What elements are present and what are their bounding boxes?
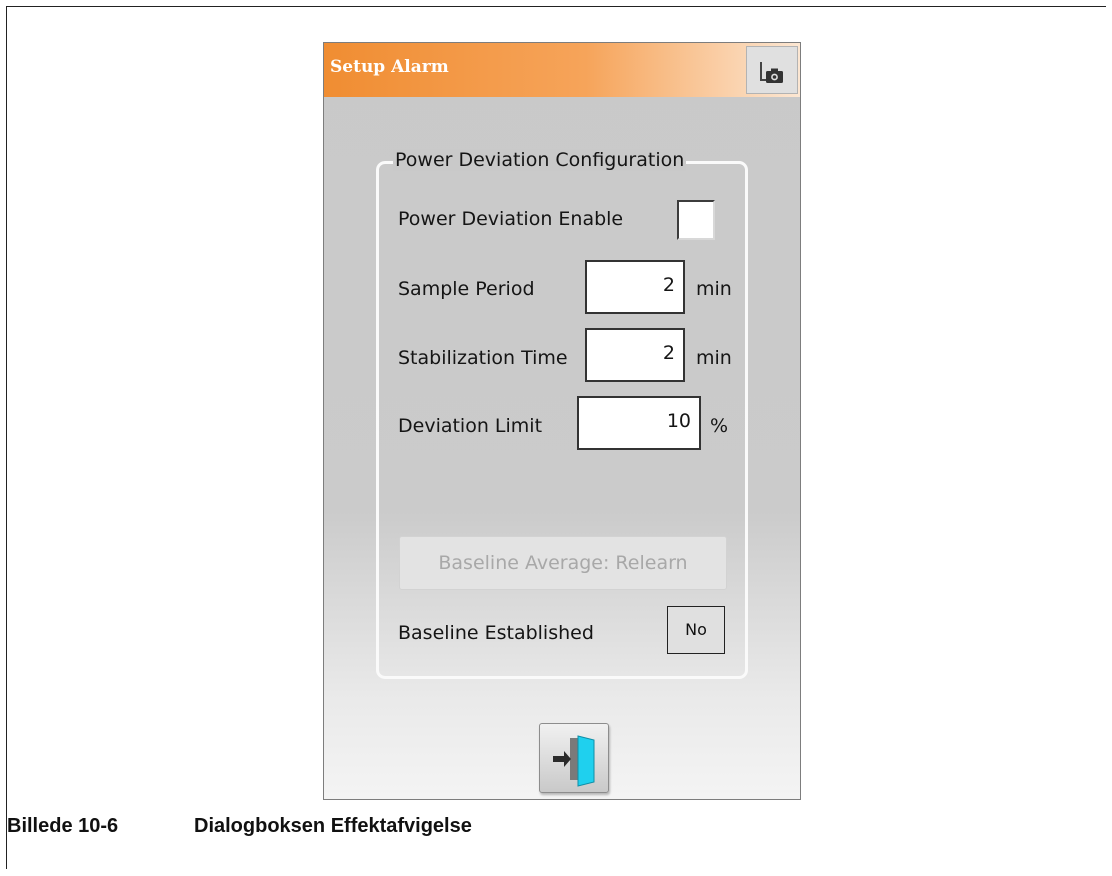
baseline-established-label: Baseline Established (398, 622, 594, 644)
sample-period-label: Sample Period (398, 278, 535, 300)
stabilization-time-unit: min (696, 347, 732, 369)
figure-caption: Dialogboksen Effektafvigelse (194, 815, 472, 837)
screenshot-button[interactable] (746, 46, 798, 94)
stabilization-time-label: Stabilization Time (398, 347, 568, 369)
title-bar: Setup Alarm (324, 43, 800, 97)
exit-door-icon (553, 735, 595, 787)
deviation-limit-input[interactable]: 10 (577, 396, 701, 450)
sample-period-input[interactable]: 2 (585, 260, 685, 314)
deviation-limit-unit: % (710, 415, 729, 437)
baseline-established-status: No (667, 606, 725, 654)
deviation-limit-label: Deviation Limit (398, 415, 543, 437)
group-legend: Power Deviation Configuration (393, 149, 687, 171)
baseline-relearn-button[interactable]: Baseline Average: Relearn (399, 536, 727, 590)
power-deviation-enable-label: Power Deviation Enable (398, 208, 624, 230)
setup-alarm-dialog: Setup Alarm Power Deviation Configuratio… (323, 42, 801, 800)
power-deviation-enable-checkbox[interactable] (677, 200, 715, 240)
exit-button[interactable] (539, 723, 609, 793)
stabilization-time-input[interactable]: 2 (585, 328, 685, 382)
power-deviation-configuration-group: Power Deviation Configuration Power Devi… (376, 149, 748, 679)
figure-number: Billede 10-6 (7, 815, 119, 837)
screenshot-icon (760, 62, 783, 83)
dialog-title: Setup Alarm (330, 57, 449, 77)
sample-period-unit: min (696, 278, 732, 300)
